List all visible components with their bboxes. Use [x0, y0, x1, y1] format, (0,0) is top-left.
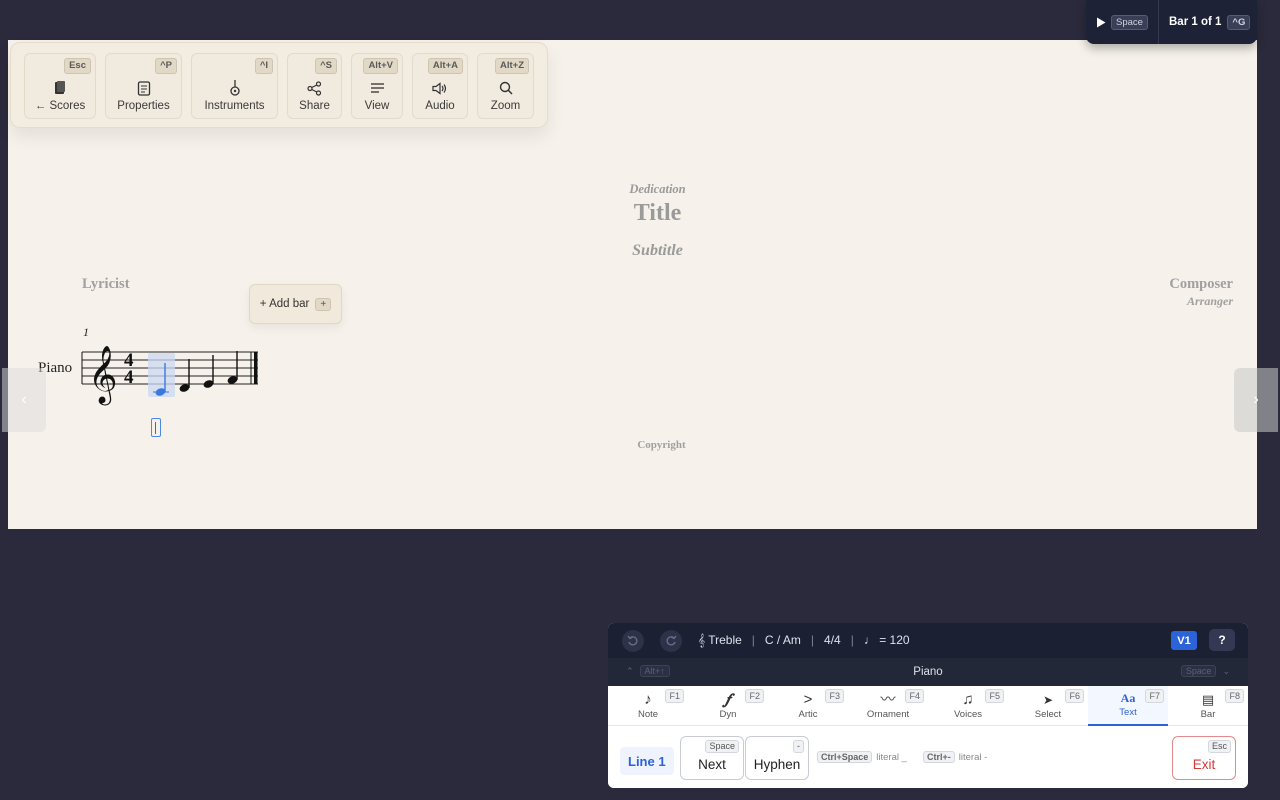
- time-signature-bottom: 4: [124, 367, 134, 388]
- tab-label: Voices: [954, 709, 982, 720]
- tab-note[interactable]: F1 ♪ Note: [608, 686, 688, 726]
- exit-button[interactable]: Esc Exit: [1172, 736, 1236, 780]
- tempo-status[interactable]: ♩ = 120: [864, 633, 910, 648]
- kbd-hint: Ctrl+Space: [817, 751, 873, 763]
- kbd-hint: F5: [985, 689, 1004, 703]
- tab-dynamics[interactable]: F2 𝆑 Dyn: [688, 686, 768, 726]
- kbd-hint: F7: [1145, 689, 1164, 703]
- exit-label: Exit: [1192, 757, 1216, 772]
- undo-button[interactable]: [622, 629, 644, 652]
- accent-icon: >: [803, 691, 813, 708]
- tab-select[interactable]: F6 ➤ Select: [1008, 686, 1088, 726]
- bar-position-label: Bar 1 of 1: [1169, 16, 1222, 28]
- input-palette: 𝄞 Treble | C / Am | 4/4 | ♩ = 120 V1 ? ⌃…: [608, 623, 1248, 788]
- instrument-selector: ⌃ Alt+↑ Piano Space ⌄: [608, 658, 1248, 686]
- voices-icon: ♫: [962, 691, 974, 708]
- chevron-left-icon: ‹: [21, 391, 27, 408]
- text-icon: Aa: [1120, 691, 1136, 705]
- help-button[interactable]: ?: [1209, 629, 1235, 651]
- score-status: 𝄞 Treble | C / Am | 4/4 | ♩ = 120: [698, 633, 910, 648]
- kbd-hint: Esc: [1207, 740, 1231, 753]
- next-label: Next: [698, 757, 726, 772]
- kbd-hint: F6: [1065, 689, 1084, 703]
- final-barline-thick: [254, 352, 258, 384]
- tab-bar[interactable]: F8 ▤ Bar: [1168, 686, 1248, 726]
- clef-status[interactable]: 𝄞 Treble: [698, 633, 742, 648]
- kbd-hint: F1: [665, 689, 684, 703]
- tab-label: Select: [1034, 709, 1062, 720]
- time-status[interactable]: 4/4: [824, 633, 841, 648]
- voice-badge[interactable]: V1: [1171, 631, 1197, 650]
- hyphen-label: Hyphen: [753, 757, 801, 772]
- tab-label: Text: [1119, 707, 1137, 718]
- undo-icon: [627, 635, 638, 645]
- tab-text[interactable]: F7 Aa Text: [1088, 686, 1168, 726]
- trill-icon: 〰: [880, 691, 896, 708]
- hyphen-button[interactable]: - Hyphen: [745, 736, 809, 780]
- kbd-hint: Space: [705, 740, 739, 753]
- tab-articulation[interactable]: F3 > Artic: [768, 686, 848, 726]
- palette-tabs: F1 ♪ Note F2 𝆑 Dyn F3 > Artic F4 〰 Ornam…: [608, 686, 1248, 726]
- kbd-hint: Ctrl+-: [923, 751, 955, 763]
- tab-label: Bar: [1200, 709, 1216, 720]
- cursor-icon: ➤: [1042, 693, 1054, 707]
- key-status[interactable]: C / Am: [765, 633, 801, 648]
- note-icon: ♪: [644, 691, 652, 708]
- redo-icon: [666, 635, 677, 645]
- text-tool-panel: Line 1 Space Next - Hyphen Ctrl+Space li…: [608, 727, 1248, 788]
- tab-label: Artic: [798, 709, 818, 720]
- tab-label: Ornament: [866, 709, 910, 720]
- hint-text: literal -: [958, 751, 988, 763]
- text-caret: [155, 422, 156, 434]
- tab-voices[interactable]: F5 ♫ Voices: [928, 686, 1008, 726]
- redo-button[interactable]: [660, 629, 682, 652]
- tab-label: Note: [637, 709, 659, 720]
- kbd-hint: F3: [825, 689, 844, 703]
- transport-bar: Space Bar 1 of 1 ^G: [1086, 0, 1257, 44]
- kbd-hint: Space: [1180, 665, 1217, 677]
- bar-position-button[interactable]: Bar 1 of 1 ^G: [1159, 14, 1251, 30]
- tab-label: Dyn: [719, 709, 737, 720]
- next-instrument-button[interactable]: Space ⌄: [1180, 665, 1230, 677]
- kbd-hint: Space: [1111, 14, 1148, 30]
- kbd-hint: F8: [1225, 689, 1244, 703]
- separator: |: [751, 633, 755, 647]
- kbd-hint: F2: [745, 689, 764, 703]
- chevron-right-icon: ›: [1253, 391, 1259, 408]
- play-button[interactable]: Space: [1086, 0, 1159, 44]
- hint-text: literal _: [876, 751, 907, 763]
- treble-clef-icon: 𝄞: [88, 345, 118, 406]
- kbd-hint: -: [793, 740, 804, 753]
- kbd-hint: F4: [905, 689, 924, 703]
- current-instrument: Piano: [913, 666, 943, 678]
- next-page-button[interactable]: ›: [1234, 368, 1278, 432]
- lyric-input[interactable]: [151, 418, 161, 437]
- literal-hyphen-hint: Ctrl+- literal -: [923, 751, 987, 763]
- next-syllable-button[interactable]: Space Next: [680, 736, 744, 780]
- separator: |: [810, 633, 815, 647]
- chevron-down-icon: ⌄: [1222, 665, 1230, 676]
- play-icon: [1097, 17, 1106, 27]
- literal-underscore-hint: Ctrl+Space literal _: [817, 751, 907, 763]
- palette-status-bar: 𝄞 Treble | C / Am | 4/4 | ♩ = 120 V1 ?: [608, 623, 1248, 658]
- previous-page-button[interactable]: ‹: [2, 368, 46, 432]
- bar-icon: ▤: [1201, 692, 1215, 707]
- lyric-line-selector[interactable]: Line 1: [620, 747, 674, 775]
- tab-ornament[interactable]: F4 〰 Ornament: [848, 686, 928, 726]
- forte-icon: 𝆑: [725, 692, 731, 708]
- kbd-hint: ^G: [1227, 14, 1251, 30]
- separator: |: [850, 633, 854, 647]
